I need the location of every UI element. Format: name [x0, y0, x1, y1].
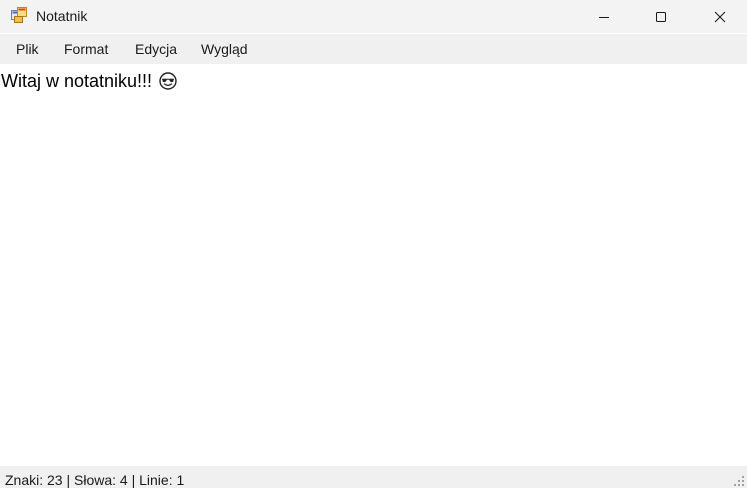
close-button[interactable] — [697, 0, 743, 33]
minimize-button[interactable] — [581, 0, 627, 33]
resize-grip-icon[interactable] — [733, 474, 745, 486]
menu-item-edycja[interactable]: Edycja — [135, 41, 177, 58]
notepad-app-icon — [11, 7, 28, 23]
editor-content[interactable]: Witaj w notatniku!!! — [1, 70, 177, 95]
maximize-button[interactable] — [638, 0, 684, 33]
smiling-face-with-sunglasses-icon — [159, 72, 177, 95]
minimize-icon — [598, 11, 610, 23]
menu-item-plik[interactable]: Plik — [16, 41, 39, 58]
window-title: Notatnik — [36, 8, 88, 24]
close-icon — [714, 11, 726, 23]
status-bar: Znaki: 23 | Słowa: 4 | Linie: 1 — [0, 466, 747, 488]
menu-item-format[interactable]: Format — [64, 41, 108, 58]
notepad-window: Notatnik Plik Format Edycja Wygląd Witaj… — [0, 0, 747, 488]
maximize-icon — [655, 11, 667, 23]
editor-text: Witaj w notatniku!!! — [1, 71, 153, 91]
status-counts: Znaki: 23 | Słowa: 4 | Linie: 1 — [5, 472, 185, 488]
menu-bar: Plik Format Edycja Wygląd — [0, 34, 747, 64]
text-editor[interactable]: Witaj w notatniku!!! — [0, 65, 747, 465]
menu-item-wyglad[interactable]: Wygląd — [201, 41, 248, 58]
title-bar[interactable]: Notatnik — [0, 0, 747, 33]
